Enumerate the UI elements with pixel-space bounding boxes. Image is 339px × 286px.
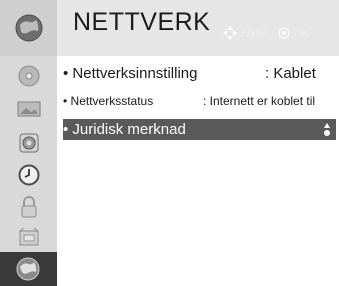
menu-item-label: • Nettverksstatus (63, 94, 154, 108)
picture-icon[interactable] (0, 93, 57, 125)
header: NETTVERK Flytte OK (57, 0, 339, 56)
option-icon[interactable] (0, 222, 57, 254)
menu-item-label: • Juridisk merknad (63, 121, 186, 138)
globe-icon (0, 12, 57, 44)
sidebar-item-network[interactable] (0, 252, 57, 286)
menu-item-value: : Kablet (265, 64, 316, 82)
disc-icon[interactable] (0, 60, 57, 92)
menu-item-label: • Nettverksinnstilling (63, 64, 198, 82)
network-icon (16, 257, 39, 281)
ok-button-icon (278, 27, 290, 39)
ok-hint-label: OK (293, 27, 310, 39)
clock-icon[interactable] (0, 159, 57, 191)
navigation-hint: Flytte OK (223, 26, 310, 40)
lock-icon[interactable] (0, 191, 57, 223)
sidebar (0, 0, 57, 286)
move-arrows-icon (223, 26, 237, 40)
menu-list: • Nettverksinnstilling : Kablet • Nettve… (57, 56, 339, 286)
menu-item-nettverksstatus[interactable]: • Nettverksstatus : Internett er koblet … (63, 90, 339, 112)
enter-ok-icon (324, 123, 330, 136)
tv-menu-window: NETTVERK Flytte OK • Nettverksinnstillin… (0, 0, 339, 286)
menu-item-nettverksinnstilling[interactable]: • Nettverksinnstilling : Kablet (63, 62, 339, 84)
speaker-icon[interactable] (0, 127, 57, 159)
menu-item-value: : Internett er koblet til (203, 94, 316, 108)
page-title: NETTVERK (73, 8, 211, 36)
move-hint-label: Flytte (241, 27, 268, 39)
menu-item-juridisk-merknad[interactable]: • Juridisk merknad (63, 119, 336, 140)
